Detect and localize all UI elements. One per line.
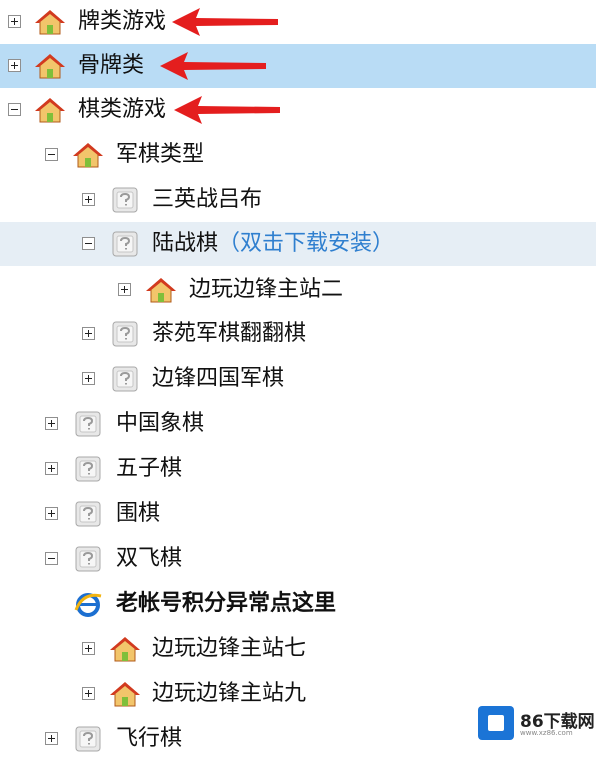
- node-label: 边锋四国军棋: [152, 366, 285, 391]
- node-label: 茶苑军棋翻翻棋: [152, 321, 307, 346]
- tree-node-weiqi[interactable]: 围棋: [0, 492, 596, 536]
- node-label: 陆战棋（双击下载安装）: [152, 230, 394, 258]
- expand-toggle[interactable]: [82, 372, 95, 385]
- node-label: 边玩边锋主站二: [189, 277, 344, 302]
- node-label: 军棋类型: [116, 142, 205, 167]
- house-icon: [110, 680, 140, 708]
- tree-node-zhuzhan7[interactable]: 边玩边锋主站七: [0, 627, 596, 671]
- unknown-icon: [73, 455, 103, 483]
- node-label: 中国象棋: [116, 411, 205, 436]
- red-arrow-icon: [174, 96, 280, 124]
- tree-node-pailei[interactable]: 牌类游戏: [0, 0, 596, 44]
- node-label: 边玩边锋主站九: [152, 681, 307, 706]
- node-label: 牌类游戏: [78, 9, 167, 34]
- node-label: 骨牌类: [78, 53, 145, 78]
- tree-node-chayuan[interactable]: 茶苑军棋翻翻棋: [0, 312, 596, 356]
- collapse-toggle[interactable]: [8, 103, 21, 116]
- tree-node-junqi[interactable]: 军棋类型: [0, 133, 596, 177]
- unknown-icon: [73, 410, 103, 438]
- red-arrow-icon: [160, 52, 266, 80]
- unknown-icon: [73, 725, 103, 753]
- node-label: 围棋: [116, 501, 161, 526]
- node-label: 飞行棋: [116, 726, 183, 751]
- unknown-icon: [73, 545, 103, 573]
- tree-node-zhuzhan2[interactable]: 边玩边锋主站二: [0, 268, 596, 312]
- collapse-toggle[interactable]: [45, 552, 58, 565]
- node-label: 棋类游戏: [78, 97, 167, 122]
- collapse-toggle[interactable]: [45, 148, 58, 161]
- node-label: 双飞棋: [116, 546, 183, 571]
- expand-toggle[interactable]: [8, 15, 21, 28]
- house-icon: [35, 52, 65, 80]
- unknown-icon: [110, 186, 140, 214]
- house-icon: [146, 276, 176, 304]
- unknown-icon: [110, 230, 140, 258]
- house-icon: [35, 96, 65, 124]
- tree-node-wuziqi[interactable]: 五子棋: [0, 447, 596, 491]
- tree-node-sanying[interactable]: 三英战吕布: [0, 178, 596, 222]
- node-label: 边玩边锋主站七: [152, 636, 307, 661]
- expand-toggle[interactable]: [45, 732, 58, 745]
- ie-icon: [73, 590, 103, 618]
- house-icon: [110, 635, 140, 663]
- tree-node-gupailei[interactable]: 骨牌类: [0, 44, 596, 88]
- expand-toggle[interactable]: [82, 642, 95, 655]
- expand-toggle[interactable]: [82, 687, 95, 700]
- expand-toggle[interactable]: [82, 327, 95, 340]
- expand-toggle[interactable]: [8, 59, 21, 72]
- unknown-icon: [73, 500, 103, 528]
- unknown-icon: [110, 320, 140, 348]
- expand-toggle[interactable]: [45, 417, 58, 430]
- expand-toggle[interactable]: [45, 507, 58, 520]
- tree-node-account-link[interactable]: 老帐号积分异常点这里: [0, 582, 596, 626]
- node-label[interactable]: 老帐号积分异常点这里: [116, 590, 336, 618]
- install-hint[interactable]: （双击下载安装）: [218, 231, 394, 256]
- node-label: 三英战吕布: [152, 187, 263, 212]
- tree-node-siguo[interactable]: 边锋四国军棋: [0, 357, 596, 401]
- unknown-icon: [110, 365, 140, 393]
- tree-node-qilei[interactable]: 棋类游戏: [0, 88, 596, 132]
- expand-toggle[interactable]: [118, 283, 131, 296]
- expand-toggle[interactable]: [45, 462, 58, 475]
- watermark-logo-icon: [478, 706, 514, 740]
- watermark: 86下载网 www.xz86.com: [478, 704, 595, 744]
- tree-node-luzhanqi[interactable]: 陆战棋（双击下载安装）: [0, 222, 596, 266]
- collapse-toggle[interactable]: [82, 237, 95, 250]
- house-icon: [73, 141, 103, 169]
- tree-node-xiangqi[interactable]: 中国象棋: [0, 402, 596, 446]
- expand-toggle[interactable]: [82, 193, 95, 206]
- node-label: 五子棋: [116, 456, 183, 481]
- tree-node-shuangfeiqi[interactable]: 双飞棋: [0, 537, 596, 581]
- watermark-subtitle: www.xz86.com: [520, 729, 573, 737]
- red-arrow-icon: [172, 8, 278, 36]
- house-icon: [35, 8, 65, 36]
- luzhanqi-label: 陆战棋: [152, 231, 219, 256]
